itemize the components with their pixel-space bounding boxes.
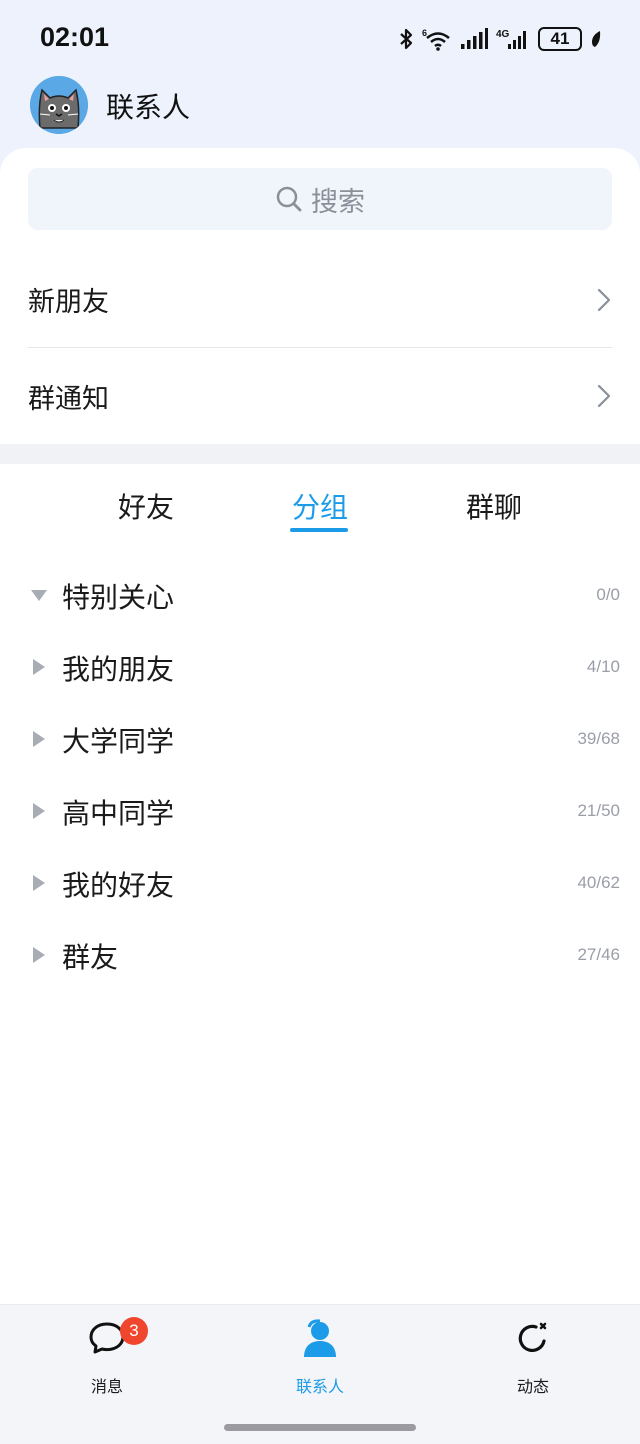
unread-badge: 3 — [120, 1317, 148, 1345]
nav-label: 消息 — [90, 1377, 123, 1396]
group-name: 高中同学 — [62, 797, 175, 830]
chevron-right-icon — [597, 288, 611, 311]
group-list: 特别关心 0/0 我的朋友 4/10 大学同学 39/68 高中同学 21/50… — [0, 560, 640, 992]
search-placeholder: 搜索 — [311, 186, 365, 218]
group-item-high-school[interactable]: 高中同学 21/50 — [0, 776, 640, 848]
group-count: 39/68 — [577, 729, 620, 748]
person-icon — [304, 1319, 336, 1357]
group-name: 特别关心 — [62, 581, 175, 614]
contacts-card: 搜索 新朋友 群通知 — [0, 148, 640, 444]
nav-contacts[interactable]: 联系人 — [260, 1315, 380, 1396]
group-item-university[interactable]: 大学同学 39/68 — [0, 704, 640, 776]
refresh-star-icon — [518, 1322, 547, 1352]
caret-right-icon — [33, 731, 45, 747]
group-notice-entry[interactable]: 群通知 — [28, 348, 612, 444]
status-time: 02:01 — [40, 22, 110, 52]
caret-right-icon — [33, 875, 45, 891]
home-indicator[interactable] — [224, 1424, 416, 1431]
group-notice-label: 群通知 — [28, 383, 109, 415]
group-name: 大学同学 — [62, 725, 175, 758]
page-title: 联系人 — [106, 91, 191, 124]
bluetooth-icon — [400, 28, 413, 50]
group-item-good-friends[interactable]: 我的好友 40/62 — [0, 848, 640, 920]
battery-level: 41 — [550, 29, 570, 48]
group-count: 0/0 — [596, 585, 620, 604]
page-header: 联系人 — [0, 76, 640, 138]
svg-text:6: 6 — [422, 28, 427, 38]
search-icon — [276, 186, 302, 212]
tab-friends[interactable]: 好友 — [118, 486, 174, 526]
signal-icon — [461, 28, 488, 49]
group-count: 27/46 — [577, 945, 620, 964]
battery-icon: 41 — [538, 27, 582, 51]
group-item-special[interactable]: 特别关心 0/0 — [0, 560, 640, 632]
caret-right-icon — [33, 659, 45, 675]
wifi-icon: 6 — [422, 28, 450, 51]
status-icons: 6 4G 41 — [398, 26, 602, 52]
nav-label: 联系人 — [295, 1377, 344, 1396]
chevron-right-icon — [597, 384, 611, 408]
group-item-group-friends[interactable]: 群友 27/46 — [0, 920, 640, 992]
tab-groups[interactable]: 分组 — [292, 486, 348, 526]
group-count: 4/10 — [586, 657, 620, 676]
cat-avatar-icon — [30, 76, 88, 134]
group-name: 我的好友 — [62, 869, 175, 902]
new-friends-label: 新朋友 — [28, 287, 109, 318]
group-name: 我的朋友 — [62, 653, 175, 686]
active-tab-indicator — [290, 528, 348, 532]
svg-text:4G: 4G — [496, 29, 510, 40]
nav-moments[interactable]: 动态 — [473, 1315, 593, 1396]
bottom-navigation: 3 消息 联系人 动态 — [0, 1304, 640, 1444]
caret-right-icon — [33, 803, 45, 819]
avatar[interactable] — [30, 76, 88, 134]
new-friends-entry[interactable]: 新朋友 — [28, 252, 612, 348]
caret-right-icon — [33, 947, 45, 963]
caret-down-icon — [31, 590, 47, 601]
status-bar: 02:01 6 4G 41 — [0, 0, 640, 76]
search-input[interactable]: 搜索 — [28, 168, 612, 230]
group-item-my-friends[interactable]: 我的朋友 4/10 — [0, 632, 640, 704]
section-divider — [0, 444, 640, 464]
group-count: 21/50 — [577, 801, 620, 820]
nav-messages[interactable]: 3 消息 — [47, 1315, 167, 1396]
tab-group-chats[interactable]: 群聊 — [466, 486, 522, 526]
signal-4g-icon: 4G — [496, 29, 526, 49]
leaf-icon — [592, 31, 601, 47]
contact-tabs: 好友 分组 群聊 — [0, 480, 640, 540]
group-count: 40/62 — [577, 873, 620, 892]
nav-label: 动态 — [516, 1377, 549, 1396]
group-name: 群友 — [62, 941, 119, 974]
